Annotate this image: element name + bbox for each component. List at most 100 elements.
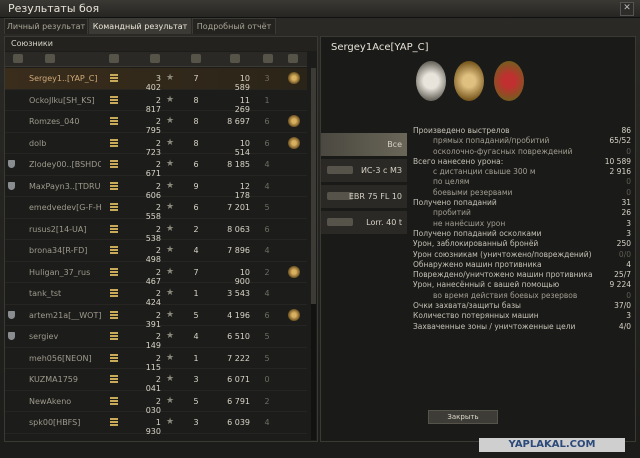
damage-col-icon[interactable] [150, 54, 160, 63]
skull-medal-icon[interactable] [416, 61, 446, 101]
xp-cell: 3 543 [227, 289, 250, 298]
stat-label: прямых попаданий/пробитий [433, 136, 550, 146]
achievement-icon[interactable] [288, 308, 300, 321]
rank-medal-icon [109, 180, 119, 192]
star-icon: ★ [166, 245, 175, 255]
stat-value: 2 916 [609, 167, 631, 177]
rank-medal-icon [109, 395, 119, 407]
kills-col-icon[interactable] [263, 54, 273, 63]
achievement-icon[interactable] [288, 72, 300, 84]
frags-cell: 4 [193, 332, 199, 341]
tab-personal[interactable]: Личный результат [4, 18, 88, 34]
stat-value: 65/52 [609, 136, 631, 146]
frags-cell: 1 [193, 289, 199, 298]
stat-label: Получено попаданий [413, 198, 497, 208]
achievement-icon[interactable] [288, 265, 300, 278]
frags-cell: 5 [193, 396, 199, 406]
table-row[interactable]: sergiev 2 149 ★ 4 6 510 5 [5, 326, 307, 350]
kills-cell: 3 [264, 74, 270, 83]
kills-cell: 5 [264, 203, 270, 212]
xp-cell: 6 510 [227, 332, 250, 341]
tank-icon [327, 218, 353, 226]
rank-medal-icon [109, 287, 119, 299]
xp-cell: 6 071 [227, 375, 250, 384]
table-row[interactable]: NewAkeno 2 030 ★ 5 6 791 2 [5, 391, 307, 415]
stat-value: 0 [626, 290, 631, 300]
stat-label: с дистанции свыше 300 м [433, 167, 536, 177]
xp-cell: 7 222 [227, 353, 250, 363]
player-name-cell: OckoJlku[SH_KS] [29, 95, 95, 105]
stat-value: 0 [626, 177, 631, 187]
table-row[interactable]: Zlodey00..[BSHDO] 2 671 ★ 6 8 185 4 [5, 154, 307, 178]
scrollbar-thumb[interactable] [311, 68, 316, 304]
table-row[interactable]: tank_tst 2 424 ★ 1 3 543 4 [5, 283, 307, 307]
close-button[interactable]: Закрыть [428, 410, 498, 424]
frags-cell: 6 [193, 203, 199, 212]
xp-cell: 8 063 [227, 224, 250, 234]
rank-medal-icon [109, 158, 119, 170]
xp-col-icon[interactable] [230, 54, 240, 63]
vehicle-tab-all[interactable]: Все [321, 133, 407, 156]
stat-label: Обнаружено машин противника [413, 259, 542, 269]
rank-medal-icon [109, 223, 119, 235]
table-row[interactable]: emedvedev[G-F-H] 2 558 ★ 6 7 201 5 [5, 197, 307, 221]
table-row[interactable]: MaxPayn3..[TDRU] 2 606 ★ 9 12 178 4 [5, 176, 307, 200]
star-icon: ★ [166, 266, 175, 277]
table-row[interactable]: Sergey1..[YAP_C] 3 402 ★ 7 10 589 3 [5, 68, 307, 92]
table-row[interactable]: rusus2[14-UA] 2 538 ★ 2 8 063 6 [5, 219, 307, 243]
vehicle-tab-ebr[interactable]: EBR 75 FL 10 [321, 185, 407, 208]
stat-label: пробитий [433, 208, 471, 218]
player-name-cell: Sergey1..[YAP_C] [29, 74, 98, 83]
stat-row: Урон, нанесённый с вашей помощью 9 224 [413, 280, 631, 290]
frags-cell: 4 [193, 246, 199, 255]
achievement-icon[interactable] [288, 115, 300, 127]
stat-row: Получено попаданий 31 [413, 198, 631, 208]
platoon-col-icon[interactable] [13, 54, 23, 63]
kills-cell: 2 [264, 267, 270, 277]
kills-cell: 6 [264, 224, 270, 234]
player-name-cell: KUZMA1759 [29, 375, 78, 384]
rank-medal-icon [109, 416, 119, 428]
table-row[interactable]: brona34[R-FD] 2 498 ★ 4 7 896 4 [5, 240, 307, 264]
tab-team[interactable]: Командный результат [89, 18, 191, 34]
damage-cell: 1 930 [145, 418, 161, 436]
allies-header: Союзники [5, 37, 317, 51]
vehicle-tab-lorr[interactable]: Lorr. 40 t [321, 211, 407, 234]
achievements-col-icon[interactable] [288, 54, 298, 63]
stat-label: осколочно-фугасных повреждений [433, 146, 573, 156]
stat-value: 0 [626, 187, 631, 197]
frags-cell: 6 [193, 160, 199, 169]
medal-col-icon[interactable] [109, 54, 119, 63]
table-row[interactable]: KUZMA1759 2 041 ★ 3 6 071 0 [5, 369, 307, 393]
stat-label: Всего нанесено урона: [413, 156, 504, 166]
achievement-icon[interactable] [288, 136, 300, 149]
tab-detailed[interactable]: Подробный отчёт [192, 18, 276, 34]
table-row[interactable]: Huligan_37_rus 2 467 ★ 7 10 900 2 [5, 262, 307, 286]
close-icon[interactable]: ✕ [620, 2, 634, 16]
player-col-icon[interactable] [45, 54, 55, 63]
star-icon: ★ [166, 137, 175, 148]
frags-cell: 3 [193, 418, 199, 427]
stat-row: Количество потерянных машин 3 [413, 311, 631, 321]
player-detail-panel: Sergey1Ace[YAP_C] Все ИС-3 с МЗ EBR 75 F… [320, 36, 636, 442]
table-row[interactable]: OckoJlku[SH_KS] 2 817 ★ 8 11 269 1 [5, 90, 307, 114]
table-row[interactable]: Romzes_040 2 795 ★ 8 8 697 6 [5, 111, 307, 135]
star-medal-icon[interactable] [494, 61, 524, 101]
allies-list: Sergey1..[YAP_C] 3 402 ★ 7 10 589 3 OckoJlku[S… [5, 68, 307, 436]
rank-medal-icon [109, 94, 119, 106]
frags-col-icon[interactable] [191, 54, 201, 63]
table-row[interactable]: meh056[NEON] 2 115 ★ 1 7 222 5 [5, 348, 307, 372]
star-icon: ★ [166, 116, 175, 126]
tank-icon [327, 166, 353, 174]
stat-row: Повреждено/уничтожено машин противника 25… [413, 270, 631, 280]
stat-value: 3 [626, 218, 631, 228]
vehicle-tab-is3[interactable]: ИС-3 с МЗ [321, 159, 407, 182]
scrollbar[interactable] [311, 68, 316, 440]
shells-medal-icon[interactable] [454, 61, 484, 101]
table-row[interactable]: dolb 2 723 ★ 8 10 514 6 [5, 133, 307, 157]
star-icon: ★ [166, 374, 175, 384]
table-row[interactable]: spk00[HBFS] 1 930 ★ 3 6 039 4 [5, 412, 307, 436]
table-row[interactable]: artem21a[__WOT] 2 391 ★ 5 4 196 6 [5, 305, 307, 329]
xp-cell: 6 039 [227, 418, 250, 427]
frags-cell: 7 [193, 267, 199, 277]
